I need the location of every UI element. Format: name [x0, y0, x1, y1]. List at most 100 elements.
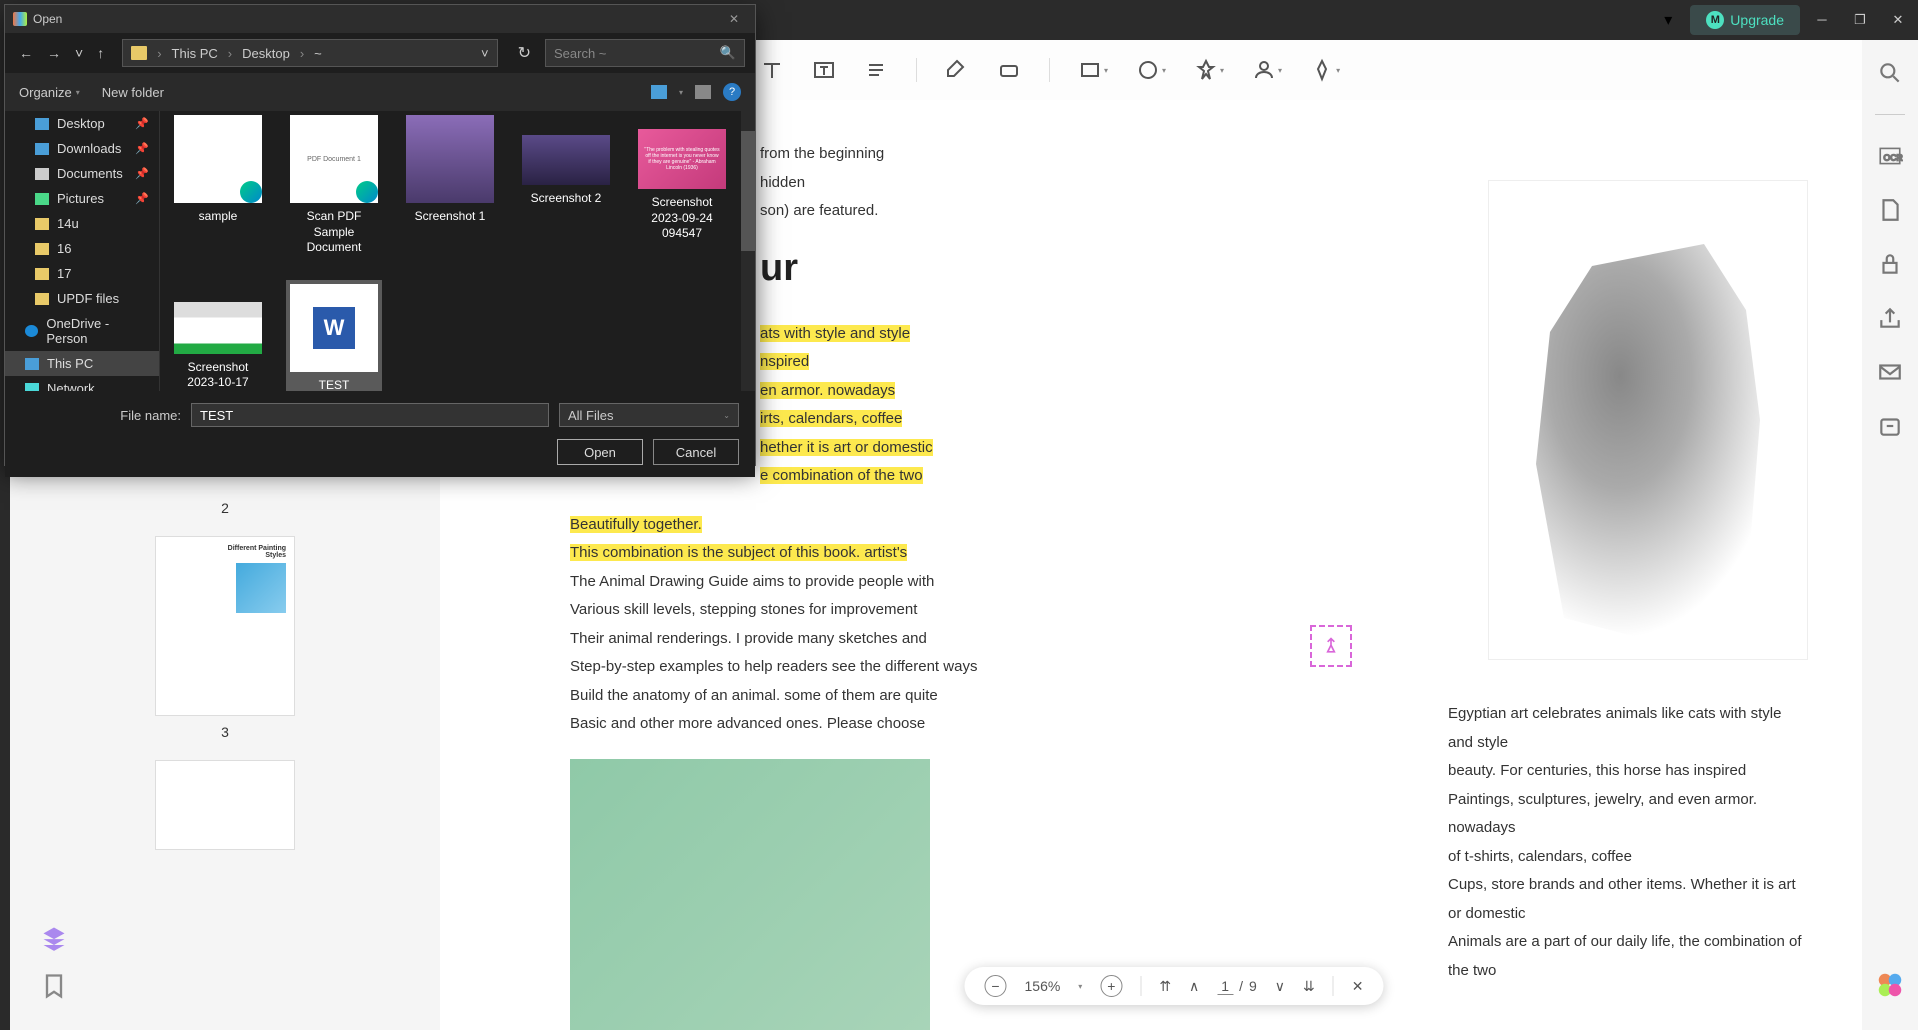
sidebar-item-desktop[interactable]: Desktop📌 [5, 111, 159, 136]
share-icon[interactable] [1877, 305, 1903, 331]
sidebar-item-folder-14u[interactable]: 14u [5, 211, 159, 236]
doc-text: Cups, store brands and other items. Whet… [1448, 876, 1796, 922]
sidebar-item-onedrive[interactable]: OneDrive - Person [5, 311, 159, 351]
scrollbar[interactable] [741, 111, 755, 391]
sidebar-item-updf[interactable]: UPDF files [5, 286, 159, 311]
bookmark-icon[interactable] [40, 972, 68, 1000]
svg-text:OCR: OCR [1884, 152, 1903, 162]
zoom-in-button[interactable]: + [1100, 975, 1122, 997]
updf-logo-icon[interactable] [1875, 970, 1905, 1000]
chevron-down-icon[interactable]: ▾ [1078, 982, 1082, 991]
nav-history-button[interactable]: ˅ [71, 41, 87, 65]
ocr-icon[interactable]: OCR [1877, 143, 1903, 169]
chevron-down-icon: ▾ [1220, 66, 1224, 75]
doc-text: Animals are a part of our daily life, th… [1448, 933, 1802, 979]
pin-tool[interactable]: ▾ [1194, 58, 1224, 82]
pin-icon: 📌 [135, 167, 149, 180]
plant-image [570, 759, 930, 1030]
sidebar-item-folder-17[interactable]: 17 [5, 261, 159, 286]
scrollbar-thumb[interactable] [741, 131, 755, 251]
page-icon[interactable] [1877, 197, 1903, 223]
prev-page-button[interactable]: ∧ [1189, 978, 1199, 995]
view-mode-icon[interactable] [651, 85, 667, 99]
paragraph-tool-icon[interactable] [864, 58, 888, 82]
sidebar-item-pictures[interactable]: Pictures📌 [5, 186, 159, 211]
thumbnail-page-3[interactable]: Different PaintingStyles 3 [30, 536, 420, 740]
signature-tool[interactable]: ▾ [1310, 58, 1340, 82]
chevron-down-icon: ▾ [1162, 66, 1166, 75]
separator [1875, 114, 1905, 115]
breadcrumb-desktop[interactable]: Desktop [242, 46, 290, 61]
refresh-button[interactable]: ↻ [510, 39, 539, 67]
textbox-tool-icon[interactable] [812, 58, 836, 82]
nav-forward-button[interactable]: → [43, 41, 65, 65]
file-item-screenshot3[interactable]: "The problem with stealing quotes off th… [634, 111, 730, 260]
sidebar-item-folder-16[interactable]: 16 [5, 236, 159, 261]
address-dropdown-icon[interactable]: ˅ [481, 46, 489, 61]
lock-icon[interactable] [1877, 251, 1903, 277]
layers-icon[interactable] [40, 924, 68, 952]
dialog-toolbar: Organize ▾ New folder ▾ ? [5, 73, 755, 111]
current-page-input[interactable]: 1 [1217, 978, 1233, 995]
doc-text: Step-by-step examples to help readers se… [570, 658, 977, 675]
search-box[interactable]: Search ~ 🔍 [545, 39, 745, 67]
sidebar-item-network[interactable]: Network [5, 376, 159, 391]
file-filter-dropdown[interactable]: All Files⌄ [559, 403, 739, 427]
pin-icon: 📌 [135, 142, 149, 155]
sidebar-item-downloads[interactable]: Downloads📌 [5, 136, 159, 161]
upgrade-button[interactable]: M Upgrade [1690, 5, 1800, 35]
close-toolbar-button[interactable]: ✕ [1352, 978, 1364, 995]
thumbnail-page-4[interactable] [30, 760, 420, 850]
address-bar[interactable]: › This PC › Desktop › ~ ˅ [122, 39, 497, 67]
nav-back-button[interactable]: ← [15, 41, 37, 65]
title-dropdown-icon[interactable]: ▾ [1658, 10, 1678, 30]
stamp-tool[interactable]: ▾ [1252, 58, 1282, 82]
chevron-down-icon[interactable]: ▾ [679, 88, 683, 97]
zoom-out-button[interactable]: − [984, 975, 1006, 997]
file-item-screenshot1[interactable]: Screenshot 1 [402, 111, 498, 260]
highlighted-text: nspired [760, 353, 809, 370]
pin-annotation[interactable] [1310, 625, 1352, 667]
organize-button[interactable]: Organize ▾ [19, 85, 80, 100]
file-item-screenshot4[interactable]: Screenshot 2023-10-17 085821 [170, 280, 266, 391]
nav-up-button[interactable]: ↑ [93, 41, 108, 65]
newfolder-button[interactable]: New folder [102, 85, 164, 100]
highlighted-text: e combination of the two [760, 467, 923, 484]
thumbnail-page-2[interactable]: 2 [30, 500, 420, 516]
file-item-test[interactable]: W TEST [286, 280, 382, 391]
highlighted-text: Beautifully together. [570, 516, 702, 533]
cancel-button[interactable]: Cancel [653, 439, 739, 465]
eraser-tool-icon[interactable] [997, 58, 1021, 82]
sidebar-item-documents[interactable]: Documents📌 [5, 161, 159, 186]
mail-icon[interactable] [1877, 359, 1903, 385]
next-page-button[interactable]: ∨ [1275, 978, 1285, 995]
filename-input[interactable] [191, 403, 549, 427]
zoom-percent[interactable]: 156% [1024, 978, 1060, 994]
breadcrumb-current[interactable]: ~ [314, 46, 322, 61]
circle-tool[interactable]: ▾ [1136, 58, 1166, 82]
dialog-close-button[interactable]: ✕ [721, 10, 747, 28]
dialog-body: Desktop📌 Downloads📌 Documents📌 Pictures📌… [5, 111, 755, 391]
filename-label: File name: [21, 408, 181, 423]
open-button[interactable]: Open [557, 439, 643, 465]
doc-text: The Animal Drawing Guide aims to provide… [570, 573, 934, 590]
breadcrumb-sep: › [300, 46, 304, 61]
search-icon[interactable] [1877, 60, 1903, 86]
close-button[interactable]: ✕ [1888, 12, 1908, 28]
rect-tool[interactable]: ▾ [1078, 58, 1108, 82]
file-item-scan[interactable]: PDF Document 1 Scan PDF Sample Document [286, 111, 382, 260]
archive-icon[interactable] [1877, 413, 1903, 439]
toolbar-separator [1049, 58, 1050, 82]
file-item-screenshot2[interactable]: Screenshot 2 [518, 111, 614, 260]
last-page-button[interactable]: ⇊ [1303, 978, 1315, 995]
first-page-button[interactable]: ⇈ [1159, 978, 1171, 995]
help-button[interactable]: ? [723, 83, 741, 101]
text-tool-icon[interactable] [760, 58, 784, 82]
minimize-button[interactable]: ─ [1812, 12, 1832, 28]
highlight-tool-icon[interactable] [945, 58, 969, 82]
maximize-button[interactable]: ❐ [1850, 12, 1870, 28]
preview-pane-icon[interactable] [695, 85, 711, 99]
file-item-sample[interactable]: sample [170, 111, 266, 260]
breadcrumb-thispc[interactable]: This PC [172, 46, 218, 61]
sidebar-item-thispc[interactable]: This PC [5, 351, 159, 376]
